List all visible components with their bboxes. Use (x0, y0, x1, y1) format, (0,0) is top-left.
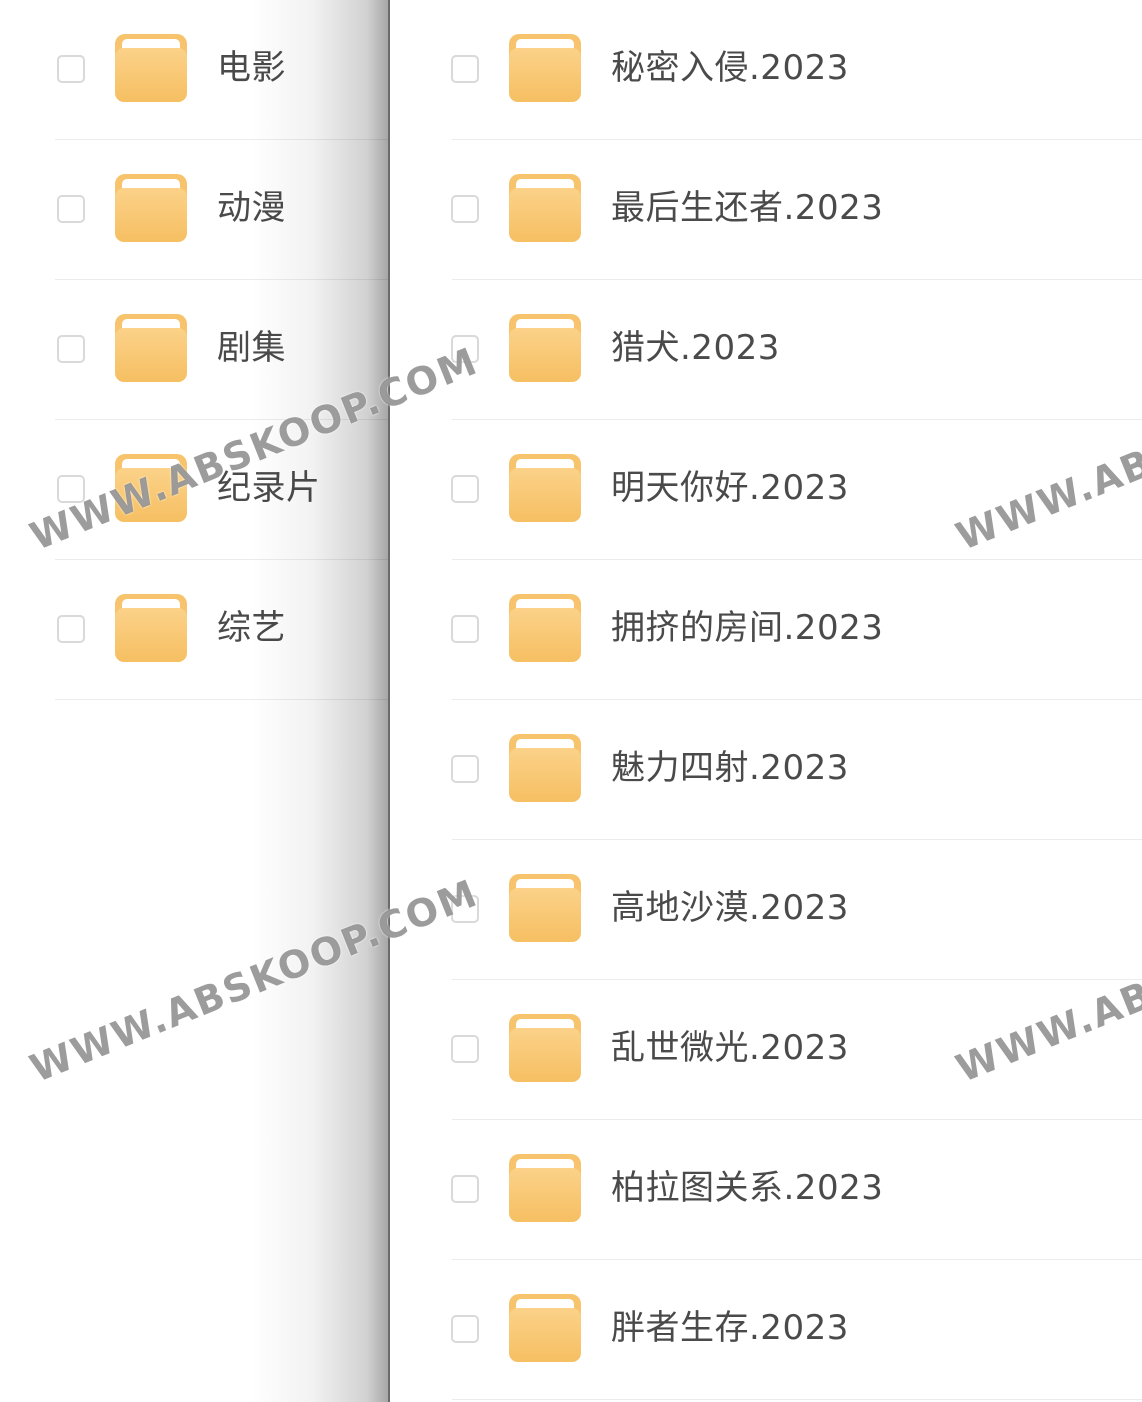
list-item[interactable]: 魅力四射.2023 (390, 700, 1142, 840)
folder-name[interactable]: 电影 (217, 48, 286, 88)
folder-icon (509, 734, 581, 804)
select-checkbox[interactable] (451, 1035, 479, 1063)
folder-name[interactable]: 乱世微光.2023 (611, 1028, 849, 1068)
list-item[interactable]: 高地沙漠.2023 (390, 840, 1142, 980)
folder-name[interactable]: 柏拉图关系.2023 (611, 1168, 883, 1208)
folder-name[interactable]: 最后生还者.2023 (611, 188, 883, 228)
folder-icon (509, 594, 581, 664)
list-item[interactable]: 柏拉图关系.2023 (390, 1120, 1142, 1260)
select-checkbox[interactable] (57, 615, 85, 643)
folder-icon (509, 454, 581, 524)
select-checkbox[interactable] (451, 1315, 479, 1343)
row-divider (452, 1399, 1142, 1400)
folder-name[interactable]: 剧集 (217, 328, 286, 368)
list-item[interactable]: 胖者生存.2023 (390, 1260, 1142, 1400)
folder-icon (509, 1154, 581, 1224)
folder-name[interactable]: 胖者生存.2023 (611, 1308, 849, 1348)
folder-name[interactable]: 综艺 (217, 608, 286, 648)
list-item[interactable]: 猎犬.2023 (390, 280, 1142, 420)
select-checkbox[interactable] (451, 335, 479, 363)
folder-icon (115, 174, 187, 244)
select-checkbox[interactable] (451, 755, 479, 783)
folder-icon (509, 314, 581, 384)
list-item[interactable]: 电影 (0, 0, 388, 140)
row-divider (55, 699, 388, 700)
left-folder-list: 电影 动漫 剧集 纪录片 综艺 (0, 0, 388, 1402)
folder-name[interactable]: 明天你好.2023 (611, 468, 849, 508)
folder-name[interactable]: 高地沙漠.2023 (611, 888, 849, 928)
select-checkbox[interactable] (451, 1175, 479, 1203)
list-item[interactable]: 动漫 (0, 140, 388, 280)
select-checkbox[interactable] (451, 615, 479, 643)
select-checkbox[interactable] (57, 335, 85, 363)
folder-icon (509, 174, 581, 244)
select-checkbox[interactable] (451, 195, 479, 223)
folder-icon (509, 34, 581, 104)
folder-name[interactable]: 魅力四射.2023 (611, 748, 849, 788)
folder-icon (509, 1294, 581, 1364)
select-checkbox[interactable] (451, 55, 479, 83)
folder-icon (115, 594, 187, 664)
select-checkbox[interactable] (57, 55, 85, 83)
folder-icon (115, 34, 187, 104)
right-folder-list: 秘密入侵.2023 最后生还者.2023 猎犬.2023 明天你好.2023 拥… (390, 0, 1142, 1402)
folder-name[interactable]: 猎犬.2023 (611, 328, 780, 368)
folder-icon (509, 1014, 581, 1084)
list-item[interactable]: 拥挤的房间.2023 (390, 560, 1142, 700)
folder-name[interactable]: 纪录片 (217, 468, 321, 508)
list-item[interactable]: 秘密入侵.2023 (390, 0, 1142, 140)
list-item[interactable]: 最后生还者.2023 (390, 140, 1142, 280)
list-item[interactable]: 明天你好.2023 (390, 420, 1142, 560)
list-item[interactable]: 乱世微光.2023 (390, 980, 1142, 1120)
list-item[interactable]: 剧集 (0, 280, 388, 420)
folder-icon (115, 314, 187, 384)
folder-icon (509, 874, 581, 944)
select-checkbox[interactable] (57, 195, 85, 223)
select-checkbox[interactable] (451, 475, 479, 503)
select-checkbox[interactable] (451, 895, 479, 923)
list-item[interactable]: 纪录片 (0, 420, 388, 560)
list-item[interactable]: 综艺 (0, 560, 388, 700)
folder-name[interactable]: 秘密入侵.2023 (611, 48, 849, 88)
folder-name[interactable]: 拥挤的房间.2023 (611, 608, 883, 648)
select-checkbox[interactable] (57, 475, 85, 503)
folder-name[interactable]: 动漫 (217, 188, 286, 228)
folder-icon (115, 454, 187, 524)
